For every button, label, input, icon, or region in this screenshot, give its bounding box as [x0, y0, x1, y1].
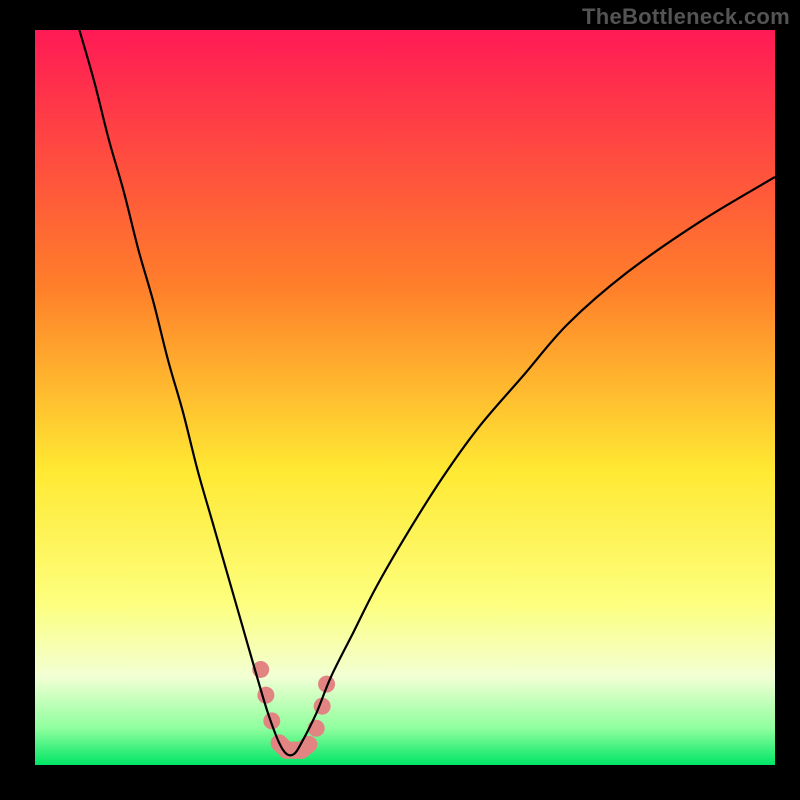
chart-plot-area [35, 30, 775, 765]
chart-svg [35, 30, 775, 765]
watermark-text: TheBottleneck.com [582, 4, 790, 30]
gradient-background [35, 30, 775, 765]
